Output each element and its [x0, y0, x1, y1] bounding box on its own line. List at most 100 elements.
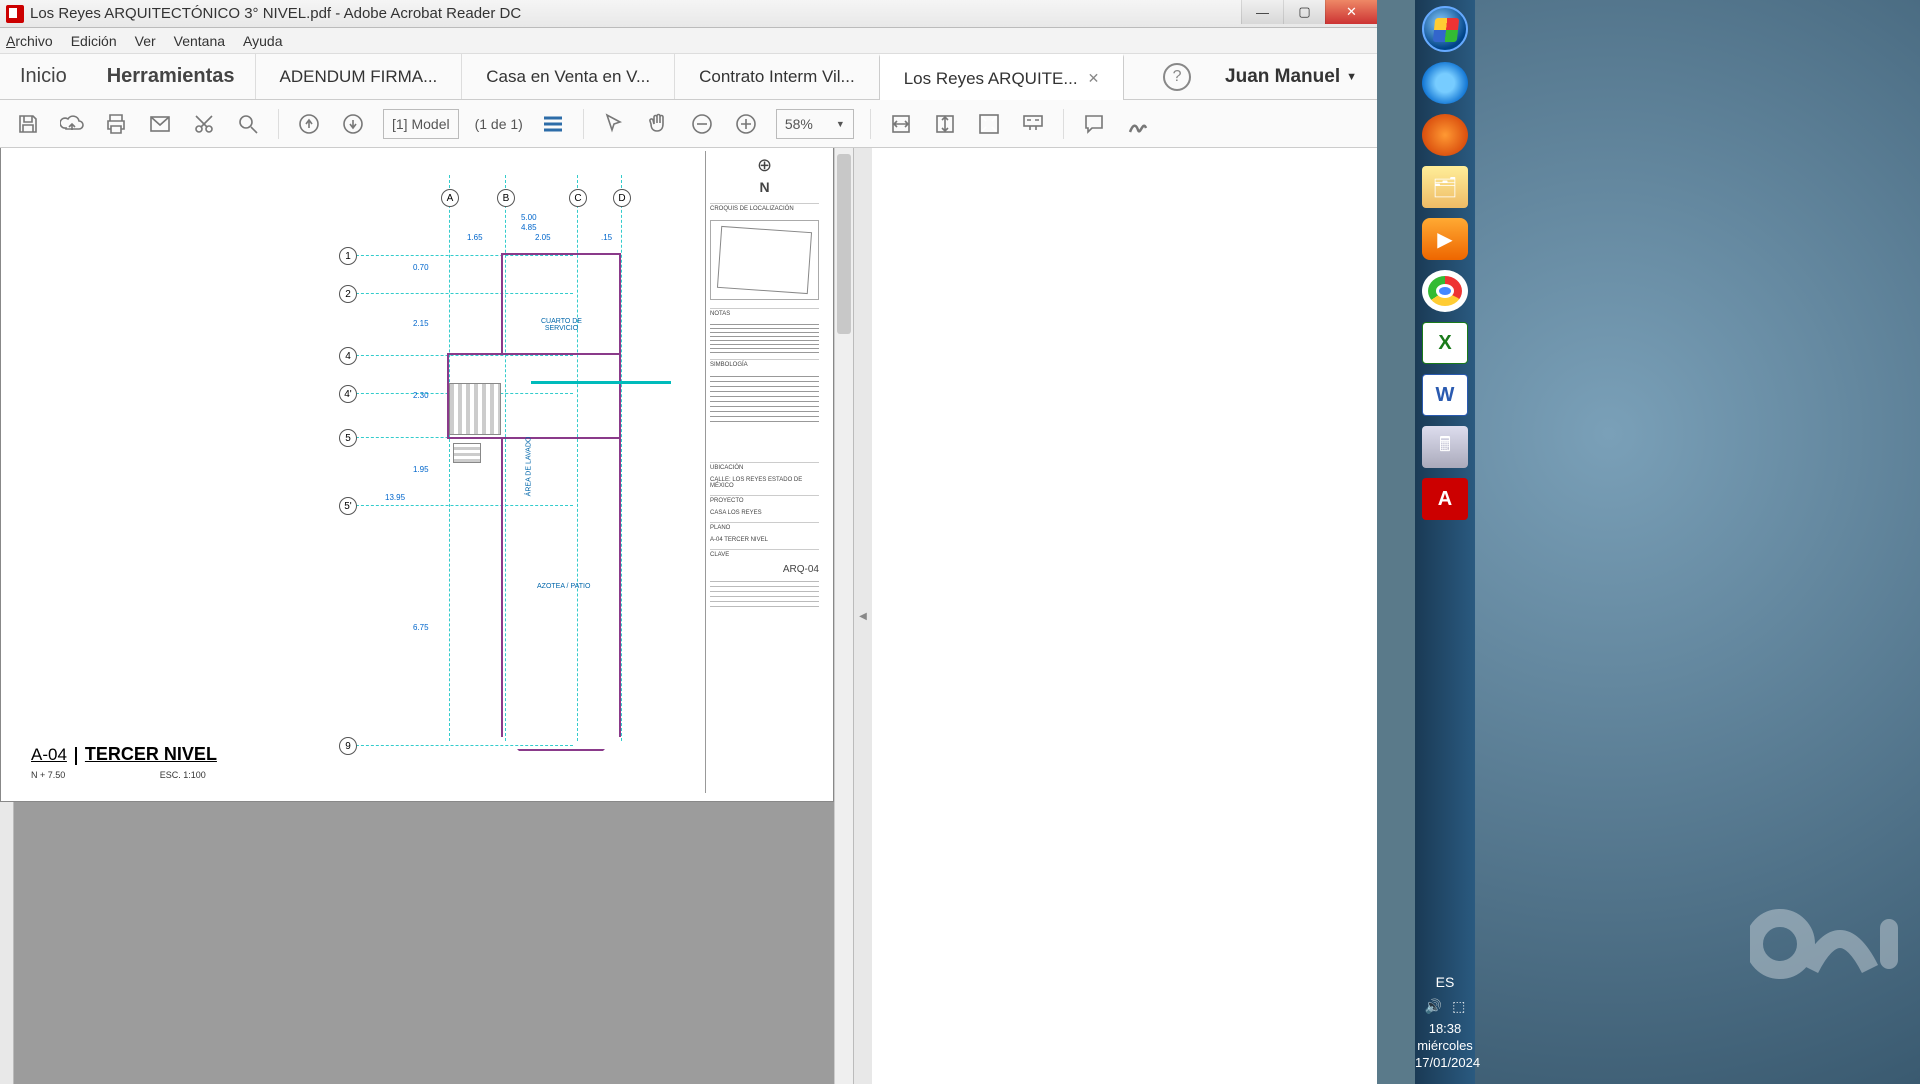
- axis-a: A: [441, 189, 459, 207]
- prev-page-icon[interactable]: [295, 110, 323, 138]
- menu-window[interactable]: Ventana: [174, 33, 225, 49]
- acrobat-window: Los Reyes ARQUITECTÓNICO 3° NIVEL.pdf - …: [0, 0, 1377, 1084]
- close-tab-icon[interactable]: ✕: [1088, 70, 1100, 87]
- save-icon[interactable]: [14, 110, 42, 138]
- dim-l-5: 13.95: [385, 493, 405, 502]
- email-icon[interactable]: [146, 110, 174, 138]
- doc-tab-3[interactable]: Los Reyes ARQUITE...✕: [879, 54, 1125, 100]
- location-map: [710, 220, 819, 300]
- axis-c: C: [569, 189, 587, 207]
- axis-9: 9: [339, 737, 357, 755]
- doc-tab-1[interactable]: Casa en Venta en V...: [461, 54, 674, 99]
- hand-tool-icon[interactable]: [644, 110, 672, 138]
- taskbar-media-player-icon[interactable]: ▶: [1422, 218, 1468, 260]
- vertical-scrollbar[interactable]: [834, 148, 853, 1084]
- axis-4: 4: [339, 347, 357, 365]
- cut-icon[interactable]: [190, 110, 218, 138]
- system-tray[interactable]: ES 🔊 ⬚ 18:38 miércoles 17/01/2024: [1415, 966, 1475, 1084]
- dim-l-6: 6.75: [413, 623, 429, 632]
- zoom-in-icon[interactable]: [732, 110, 760, 138]
- zoom-out-icon[interactable]: [688, 110, 716, 138]
- room-servicio: CUARTO DE SERVICIO: [541, 318, 582, 332]
- chevron-down-icon: ▼: [836, 119, 845, 129]
- zoom-level-dropdown[interactable]: 58%▼: [776, 109, 854, 139]
- read-mode-icon[interactable]: [1019, 110, 1047, 138]
- pdf-page: A B C D 1 2 4 4' 5 5' 9 5.00 4.85 1.65 2…: [0, 148, 834, 802]
- menu-file[interactable]: Archivo: [6, 33, 53, 49]
- maximize-button[interactable]: ▢: [1283, 0, 1325, 24]
- axis-b: B: [497, 189, 515, 207]
- menu-bar: Archivo Edición Ver Ventana Ayuda: [0, 28, 1377, 54]
- page-display-icon[interactable]: [539, 110, 567, 138]
- axis-5: 5: [339, 429, 357, 447]
- taskbar-calculator-icon[interactable]: 🖩: [1422, 426, 1468, 468]
- equipment-icon: [453, 443, 481, 463]
- north-arrow: ⊕N: [710, 155, 819, 197]
- room-azotea: AZOTEA / PATIO: [537, 583, 590, 590]
- tab-row: Inicio Herramientas ADENDUM FIRMA... Cas…: [0, 54, 1377, 100]
- close-button[interactable]: ✕: [1325, 0, 1377, 24]
- dim-l-3: 2.30: [413, 391, 429, 400]
- chevron-down-icon: ▼: [1346, 71, 1357, 83]
- tray-language[interactable]: ES: [1415, 974, 1475, 990]
- next-page-icon[interactable]: [339, 110, 367, 138]
- doc-tab-2[interactable]: Contrato Interm Vil...: [674, 54, 879, 99]
- taskbar-firefox-icon[interactable]: [1422, 114, 1468, 156]
- axis-5p: 5': [339, 497, 357, 515]
- desktop-background: [1475, 0, 1920, 1084]
- axis-4p: 4': [339, 385, 357, 403]
- fullscreen-icon[interactable]: [975, 110, 1003, 138]
- watermark-logo: [1750, 889, 1910, 1004]
- drawing-titleblock: ⊕N CROQUIS DE LOCALIZACIÓN NOTAS SIMBOLO…: [705, 151, 823, 793]
- menu-view[interactable]: Ver: [135, 33, 156, 49]
- dim-l-2: 2.15: [413, 319, 429, 328]
- select-tool-icon[interactable]: [600, 110, 628, 138]
- acrobat-app-icon: [6, 5, 24, 23]
- sheet-title: A-04TERCER NIVEL N + 7.50 ESC. 1:100: [31, 744, 217, 783]
- doc-tab-0[interactable]: ADENDUM FIRMA...: [255, 54, 462, 99]
- right-panel-toggle[interactable]: ◀: [853, 148, 872, 1084]
- document-viewport[interactable]: ▶ A B C D 1 2 4 4' 5 5' 9: [0, 148, 834, 1084]
- window-title: Los Reyes ARQUITECTÓNICO 3° NIVEL.pdf - …: [30, 5, 1241, 22]
- axis-d: D: [613, 189, 631, 207]
- sign-icon[interactable]: [1124, 110, 1152, 138]
- axis-2: 2: [339, 285, 357, 303]
- room-lavado: ÁREA DE LAVADO: [525, 437, 532, 497]
- tray-date: 17/01/2024: [1415, 1055, 1475, 1072]
- dim-top-5: .15: [601, 233, 612, 242]
- tray-day: miércoles: [1415, 1038, 1475, 1055]
- comment-icon[interactable]: [1080, 110, 1108, 138]
- user-menu-button[interactable]: Juan Manuel▼: [1205, 54, 1377, 99]
- taskbar-word-icon[interactable]: W: [1422, 374, 1468, 416]
- taskbar-chrome-icon[interactable]: [1422, 270, 1468, 312]
- fit-width-icon[interactable]: [887, 110, 915, 138]
- search-icon[interactable]: [234, 110, 262, 138]
- page-number-input[interactable]: [1] Model: [383, 109, 459, 139]
- print-icon[interactable]: [102, 110, 130, 138]
- stairs-icon: [449, 383, 501, 435]
- fit-page-icon[interactable]: [931, 110, 959, 138]
- taskbar-ie-icon[interactable]: [1422, 62, 1468, 104]
- help-icon[interactable]: ?: [1163, 63, 1191, 91]
- taskbar-acrobat-icon[interactable]: A: [1422, 478, 1468, 520]
- dim-l-4: 1.95: [413, 465, 429, 474]
- dim-top-1: 5.00: [521, 213, 537, 222]
- tab-home[interactable]: Inicio: [0, 54, 87, 99]
- windows-taskbar: 🗂 ▶ X W 🖩 A ES 🔊 ⬚ 18:38 miércoles 17/01/…: [1415, 0, 1475, 1084]
- window-titlebar: Los Reyes ARQUITECTÓNICO 3° NIVEL.pdf - …: [0, 0, 1377, 28]
- taskbar-excel-icon[interactable]: X: [1422, 322, 1468, 364]
- axis-1: 1: [339, 247, 357, 265]
- dim-top-4: 2.05: [535, 233, 551, 242]
- toolbar: [1] Model (1 de 1) 58%▼: [0, 100, 1377, 148]
- cloud-upload-icon[interactable]: [58, 110, 86, 138]
- start-button[interactable]: [1422, 6, 1468, 52]
- taskbar-explorer-icon[interactable]: 🗂: [1422, 166, 1468, 208]
- menu-edit[interactable]: Edición: [71, 33, 117, 49]
- tab-tools[interactable]: Herramientas: [87, 54, 255, 99]
- menu-help[interactable]: Ayuda: [243, 33, 282, 49]
- minimize-button[interactable]: —: [1241, 0, 1283, 24]
- tray-time[interactable]: 18:38: [1415, 1021, 1475, 1038]
- tray-volume-icon[interactable]: 🔊: [1425, 998, 1442, 1015]
- dim-top-3: 1.65: [467, 233, 483, 242]
- tray-network-icon[interactable]: ⬚: [1452, 998, 1465, 1015]
